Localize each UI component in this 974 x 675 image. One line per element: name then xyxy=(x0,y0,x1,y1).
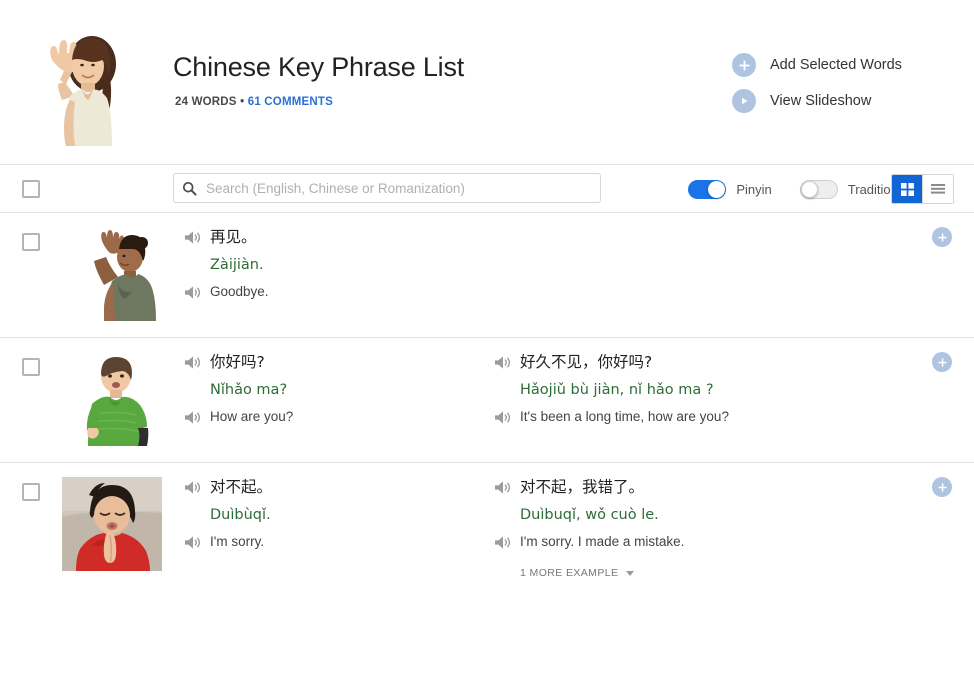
example-card: 再见。 Zàijiàn. Goodbye. xyxy=(184,227,490,321)
speaker-icon[interactable] xyxy=(184,532,210,555)
english-text: I'm sorry. xyxy=(210,534,265,549)
more-examples-label: 1 MORE EXAMPLE xyxy=(520,567,619,579)
english-text: I'm sorry. I made a mistake. xyxy=(520,534,685,549)
select-all-wrap xyxy=(0,179,62,198)
english-text: It's been a long time, how are you? xyxy=(520,409,729,424)
phrase-list: 再见。 Zàijiàn. Goodbye. 你好吗? Nǐhǎo ma? How… xyxy=(0,213,974,595)
speaker-icon[interactable] xyxy=(184,477,210,500)
view-slideshow-button[interactable]: View Slideshow xyxy=(732,84,952,118)
list-view-button[interactable] xyxy=(923,175,953,203)
example-card: 好久不见，你好吗? Hǎojiǔ bù jiàn, nǐ hǎo ma ? It… xyxy=(494,352,800,446)
speaker-icon[interactable] xyxy=(494,407,520,430)
page-meta: 24 WORDS • 61 COMMENTS xyxy=(175,96,333,108)
speaker-icon[interactable] xyxy=(184,282,210,305)
grid-view-button[interactable] xyxy=(892,175,922,203)
english-line: I'm sorry. xyxy=(184,532,490,555)
row-checkbox[interactable] xyxy=(22,483,40,501)
plus-icon xyxy=(932,352,952,372)
english-line: How are you? xyxy=(184,407,490,430)
search-input[interactable] xyxy=(204,180,600,196)
list-toolbar: Pinyin Traditional xyxy=(0,165,974,213)
view-slideshow-label: View Slideshow xyxy=(770,93,872,109)
pinyin-text: Duìbuqǐ, wǒ cuò le. xyxy=(520,507,659,523)
add-row-button[interactable] xyxy=(932,352,952,372)
view-mode-switcher xyxy=(891,174,954,204)
plus-icon xyxy=(932,227,952,247)
speaker-icon[interactable] xyxy=(494,532,520,555)
row-thumbnail[interactable] xyxy=(62,477,162,579)
english-line: It's been a long time, how are you? xyxy=(494,407,800,430)
hanzi-line: 对不起，我错了。 xyxy=(494,477,800,500)
row-thumbnail[interactable] xyxy=(62,227,162,321)
pinyin-text: Nǐhǎo ma? xyxy=(210,382,288,398)
header-actions: Add Selected Words View Slideshow xyxy=(732,48,952,120)
hanzi-text: 好久不见，你好吗? xyxy=(520,353,653,371)
thumbnail-image-how-are-you xyxy=(62,352,162,446)
plus-icon xyxy=(732,53,756,77)
english-line: Goodbye. xyxy=(184,282,490,305)
speaker-icon[interactable] xyxy=(494,477,520,500)
hanzi-text: 对不起。 xyxy=(210,478,273,496)
example-card: 对不起，我错了。 Duìbuqǐ, wǒ cuò le. I'm sorry. … xyxy=(494,477,800,579)
row-checkbox[interactable] xyxy=(22,233,40,251)
traditional-knob xyxy=(800,180,818,198)
page-title: Chinese Key Phrase List xyxy=(173,52,465,82)
pinyin-text: Duìbùqǐ. xyxy=(210,507,271,523)
hanzi-line: 你好吗? xyxy=(184,352,490,375)
english-text: How are you? xyxy=(210,409,294,424)
hero-image xyxy=(26,26,134,146)
row-checkbox-wrap xyxy=(0,227,62,321)
row-checkbox-wrap xyxy=(0,477,62,579)
pinyin-text: Hǎojiǔ bù jiàn, nǐ hǎo ma ? xyxy=(520,382,714,398)
table-row: 你好吗? Nǐhǎo ma? How are you? 好久不见，你好吗? Hǎ… xyxy=(0,338,974,463)
table-row: 对不起。 Duìbùqǐ. I'm sorry. 对不起，我错了。 Duìbuq… xyxy=(0,463,974,595)
meta-separator: • xyxy=(240,96,245,108)
pinyin-knob xyxy=(708,180,726,198)
row-thumbnail[interactable] xyxy=(62,352,162,446)
pinyin-toggle[interactable]: Pinyin xyxy=(688,179,772,199)
word-count: 24 WORDS xyxy=(175,96,237,108)
add-selected-words-button[interactable]: Add Selected Words xyxy=(732,48,952,82)
table-row: 再见。 Zàijiàn. Goodbye. xyxy=(0,213,974,338)
english-line: I'm sorry. I made a mistake. xyxy=(494,532,800,555)
plus-icon xyxy=(932,477,952,497)
chevron-down-icon xyxy=(626,570,635,576)
add-selected-words-label: Add Selected Words xyxy=(770,57,902,73)
hanzi-line: 再见。 xyxy=(184,227,490,250)
example-card: 你好吗? Nǐhǎo ma? How are you? xyxy=(184,352,490,446)
speaker-icon[interactable] xyxy=(184,352,210,375)
row-examples: 对不起。 Duìbùqǐ. I'm sorry. 对不起，我错了。 Duìbuq… xyxy=(184,477,974,579)
page-header: Chinese Key Phrase List 24 WORDS • 61 CO… xyxy=(0,0,974,165)
hanzi-text: 对不起，我错了。 xyxy=(520,478,645,496)
row-examples: 再见。 Zàijiàn. Goodbye. xyxy=(184,227,974,321)
play-icon xyxy=(732,89,756,113)
add-row-button[interactable] xyxy=(932,227,952,247)
speaker-icon[interactable] xyxy=(184,407,210,430)
row-checkbox-wrap xyxy=(0,352,62,446)
thumbnail-image-sorry xyxy=(62,477,162,571)
toolbar-toggles: Pinyin Traditional xyxy=(660,165,908,213)
hanzi-line: 对不起。 xyxy=(184,477,490,500)
add-row-button[interactable] xyxy=(932,477,952,497)
search-icon xyxy=(174,181,204,196)
search-box[interactable] xyxy=(173,173,601,203)
speaker-icon[interactable] xyxy=(494,352,520,375)
pinyin-switch[interactable] xyxy=(688,179,727,199)
row-examples: 你好吗? Nǐhǎo ma? How are you? 好久不见，你好吗? Hǎ… xyxy=(184,352,974,446)
speaker-icon[interactable] xyxy=(184,227,210,250)
row-checkbox[interactable] xyxy=(22,358,40,376)
comments-link[interactable]: 61 COMMENTS xyxy=(248,96,333,108)
pinyin-label: Pinyin xyxy=(736,181,772,197)
example-card: 对不起。 Duìbùqǐ. I'm sorry. xyxy=(184,477,490,579)
hanzi-text: 再见。 xyxy=(210,228,257,246)
traditional-switch[interactable] xyxy=(799,179,838,199)
english-text: Goodbye. xyxy=(210,284,269,299)
pinyin-text: Zàijiàn. xyxy=(210,257,264,273)
hanzi-text: 你好吗? xyxy=(210,353,265,371)
select-all-checkbox[interactable] xyxy=(22,179,40,198)
more-examples-toggle[interactable]: 1 MORE EXAMPLE xyxy=(520,567,800,579)
thumbnail-image-goodbye xyxy=(62,227,162,321)
hanzi-line: 好久不见，你好吗? xyxy=(494,352,800,375)
